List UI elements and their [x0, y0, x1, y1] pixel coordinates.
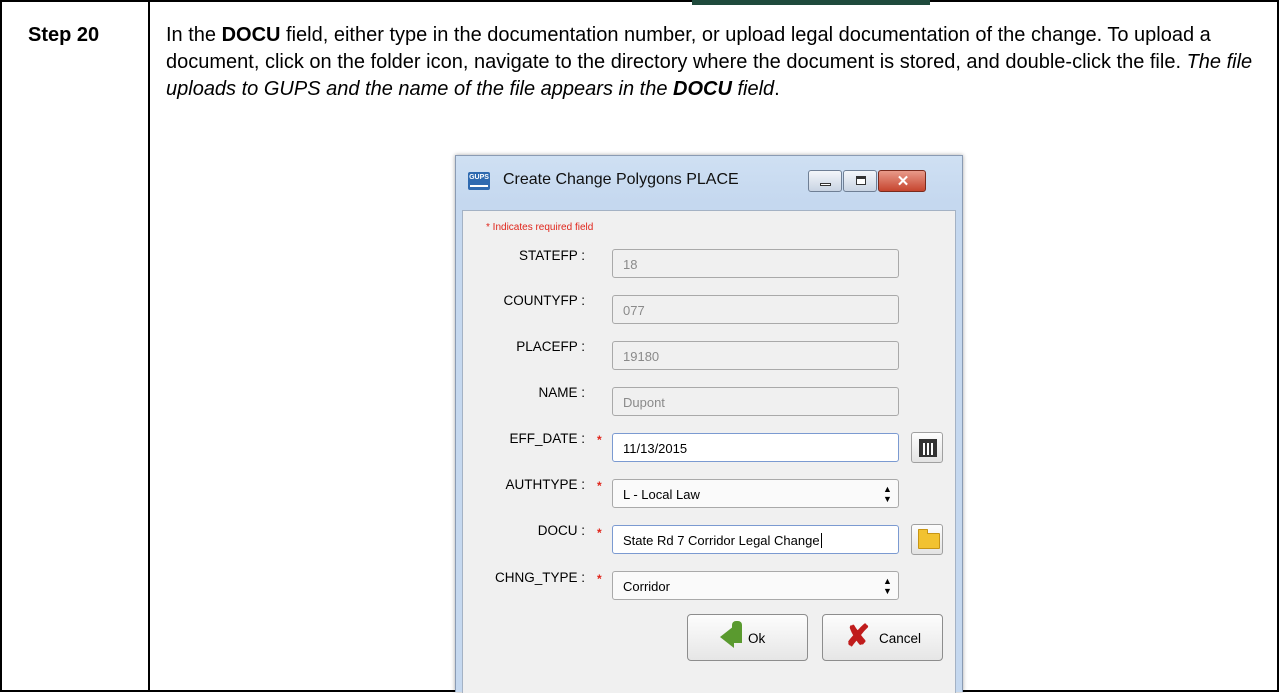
close-icon: ✕: [896, 173, 910, 190]
maximize-icon: [856, 176, 866, 185]
name-label: NAME :: [538, 385, 585, 400]
eff-date-input[interactable]: 11/13/2015: [612, 433, 899, 462]
create-change-polygons-dialog: GUPS Create Change Polygons PLACE ✕: [455, 155, 963, 693]
table-column-divider: [148, 0, 150, 692]
dialog-title: Create Change Polygons PLACE: [503, 171, 739, 188]
docu-bold-italic: DOCU: [673, 78, 732, 100]
chng-type-select[interactable]: Corridor ▲▼: [612, 571, 899, 600]
ok-arrow-icon-stem: [732, 621, 742, 643]
select-arrow-icon: ▲▼: [883, 484, 892, 504]
step-instructions: In the DOCU field, either type in the do…: [166, 24, 1253, 100]
cancel-x-icon: ✘: [845, 620, 871, 653]
calendar-icon: [919, 439, 937, 457]
previous-screenshot-edge: [692, 0, 930, 5]
required-field-note: * Indicates required field: [486, 222, 594, 233]
placefp-label: PLACEFP :: [516, 339, 585, 354]
maximize-button[interactable]: [843, 170, 877, 192]
text-cursor: [820, 533, 822, 548]
authtype-value: L - Local Law: [623, 487, 700, 502]
cancel-label: Cancel: [879, 631, 922, 646]
minimize-icon: [820, 183, 831, 186]
minimize-button[interactable]: [808, 170, 842, 192]
gups-app-icon: GUPS: [468, 172, 490, 190]
close-button[interactable]: ✕: [878, 170, 926, 192]
statefp-label: STATEFP :: [518, 248, 585, 263]
chng-type-value: Corridor: [623, 579, 670, 594]
folder-icon: [918, 529, 940, 549]
dialog-titlebar[interactable]: GUPS Create Change Polygons PLACE ✕: [456, 156, 962, 210]
table-top-border: [0, 0, 1279, 2]
ok-button[interactable]: Ok: [687, 614, 808, 661]
authtype-label: AUTHTYPE :: [505, 477, 585, 492]
calendar-button[interactable]: [911, 432, 943, 463]
required-marker: *: [597, 526, 602, 540]
step-label: Step 20: [28, 24, 100, 46]
docu-label: DOCU :: [537, 523, 585, 538]
eff-date-label: EFF_DATE :: [509, 431, 585, 446]
required-marker: *: [597, 433, 602, 447]
folder-browse-button[interactable]: [911, 524, 943, 555]
countyfp-field: 077: [612, 295, 899, 324]
required-marker: *: [597, 572, 602, 586]
name-field: Dupont: [612, 387, 899, 416]
docu-bold: DOCU: [221, 24, 281, 46]
countyfp-label: COUNTYFP :: [503, 293, 585, 308]
required-marker: *: [597, 479, 602, 493]
ok-label: Ok: [748, 631, 766, 646]
select-arrow-icon: ▲▼: [883, 576, 892, 596]
docu-value: State Rd 7 Corridor Legal Change: [623, 533, 820, 548]
statefp-field: 18: [612, 249, 899, 278]
docu-input[interactable]: State Rd 7 Corridor Legal Change: [612, 525, 899, 554]
chng-type-label: CHNG_TYPE :: [494, 570, 585, 585]
cancel-button[interactable]: ✘ Cancel: [822, 614, 943, 661]
placefp-field: 19180: [612, 341, 899, 370]
authtype-select[interactable]: L - Local Law ▲▼: [612, 479, 899, 508]
